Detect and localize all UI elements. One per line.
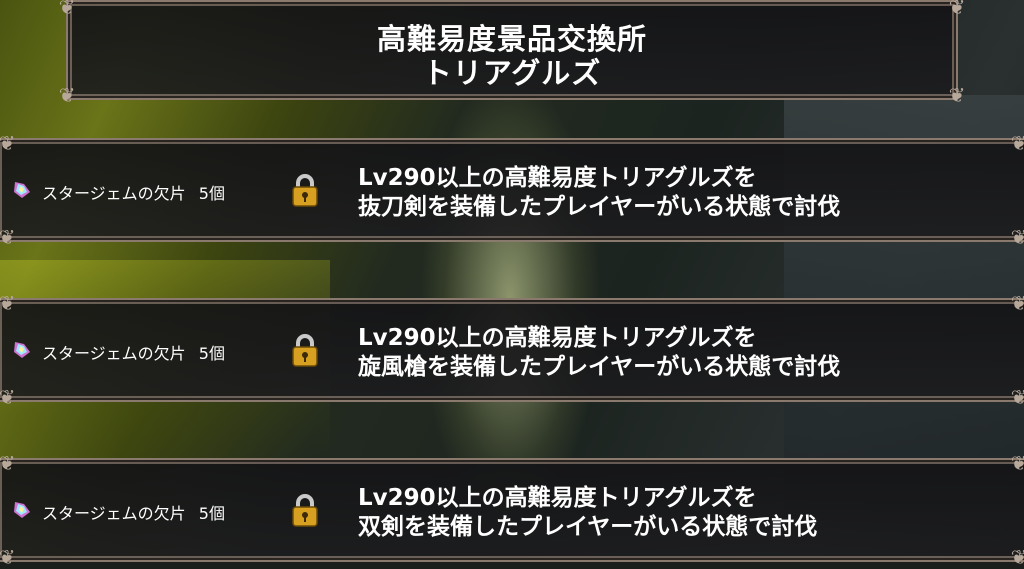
reward-label: スタージェムの欠片: [42, 184, 186, 203]
title-panel: ❦ ❦ ❦ ❦ 高難易度景品交換所 トリアグルズ: [59, 0, 965, 106]
condition-line: 双剣を装備したプレイヤーがいる状態で討伐: [358, 514, 818, 540]
ornament-corner-icon: ❦: [1010, 225, 1024, 249]
reward-row[interactable]: ❦ ❦ ❦ ❦ スタージェムの欠片 5個 Lv290以上の高難易度トリアグルズを…: [0, 132, 1024, 248]
reward-row[interactable]: ❦ ❦ ❦ ❦ スタージェムの欠片 5個 Lv290以上の高難易度トリアグルズを…: [0, 292, 1024, 408]
ornament-corner-icon: ❦: [1010, 545, 1024, 569]
ornament-corner-icon: ❦: [1010, 291, 1024, 315]
ornament-corner-icon: ❦: [0, 545, 16, 569]
condition-line: 旋風槍を装備したプレイヤーがいる状態で討伐: [358, 354, 841, 380]
ornament-corner-icon: ❦: [0, 225, 16, 249]
condition-line: Lv290以上の高難易度トリアグルズを: [358, 325, 757, 351]
condition-line: Lv290以上の高難易度トリアグルズを: [358, 485, 757, 511]
ornament-corner-icon: ❦: [1010, 451, 1024, 475]
padlock-icon: [292, 494, 318, 527]
reward-label: スタージェムの欠片: [42, 344, 186, 363]
condition-line: Lv290以上の高難易度トリアグルズを: [358, 165, 757, 191]
reward-quantity: 5個: [198, 504, 225, 523]
page-subtitle: トリアグルズ: [422, 56, 602, 90]
ornament-corner-icon: ❦: [1010, 131, 1024, 155]
ornament-corner-icon: ❦: [0, 451, 16, 475]
reward-quantity: 5個: [198, 344, 225, 363]
ornament-corner-icon: ❦: [1010, 385, 1024, 409]
star-gem-fragment-icon: [14, 182, 30, 198]
ornament-corner-icon: ❦: [0, 131, 16, 155]
padlock-icon: [292, 174, 318, 207]
reward-label: スタージェムの欠片: [42, 504, 186, 523]
reward-quantity: 5個: [198, 184, 225, 203]
condition-line: 抜刀剣を装備したプレイヤーがいる状態で討伐: [358, 194, 841, 220]
reward-row[interactable]: ❦ ❦ ❦ ❦ スタージェムの欠片 5個 Lv290以上の高難易度トリアグルズを…: [0, 452, 1024, 568]
star-gem-fragment-icon: [14, 342, 30, 358]
star-gem-fragment-icon: [14, 502, 30, 518]
ornament-corner-icon: ❦: [0, 385, 16, 409]
padlock-icon: [292, 334, 318, 367]
ornament-corner-icon: ❦: [0, 291, 16, 315]
